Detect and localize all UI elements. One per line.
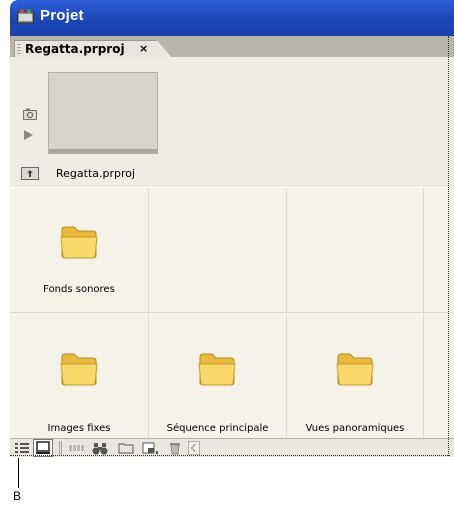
- list-view-icon[interactable]: [14, 441, 30, 455]
- play-icon[interactable]: [24, 130, 33, 140]
- preview-thumbnail: [48, 72, 158, 154]
- bin-label: Images fixes: [47, 423, 111, 434]
- tab-regatta-project[interactable]: Regatta.prproj ×: [14, 40, 171, 58]
- panel-edge-right: [448, 36, 449, 456]
- tab-label: Regatta.prproj: [25, 42, 125, 56]
- parent-folder-icon[interactable]: [21, 167, 39, 180]
- bin-item-partial: [424, 188, 454, 312]
- title-bar[interactable]: Projet: [10, 0, 454, 36]
- toolbar-divider: [59, 441, 62, 455]
- camera-icon[interactable]: [23, 108, 37, 120]
- bin-label: Vues panoramiques: [305, 423, 405, 434]
- preview-project-name: Regatta.prproj: [56, 167, 136, 180]
- bin-item[interactable]: Séquence principale: [149, 313, 286, 438]
- scroll-left-icon[interactable]: [188, 441, 200, 455]
- folder-icon: [336, 353, 374, 386]
- tab-bar: Regatta.prproj ×: [10, 36, 454, 58]
- automate-to-sequence-icon[interactable]: [68, 441, 86, 455]
- callout-label: B: [13, 489, 22, 503]
- bin-item[interactable]: Fonds sonores: [10, 188, 148, 312]
- tab-close-icon[interactable]: ×: [139, 42, 148, 55]
- bin-label: Séquence principale: [166, 423, 269, 434]
- project-panel-icon: [17, 9, 34, 24]
- bin-item-partial: [424, 313, 454, 438]
- callout-pointer: [18, 458, 19, 488]
- bin-item[interactable]: Vues panoramiques: [287, 313, 423, 438]
- find-binoculars-icon[interactable]: [92, 441, 108, 455]
- new-item-icon[interactable]: [142, 441, 160, 455]
- bin-item[interactable]: [287, 188, 423, 312]
- bin-grid: Fonds sonores Images fixes Séquence prin…: [10, 188, 454, 438]
- folder-icon: [60, 353, 98, 386]
- bin-item[interactable]: Images fixes: [10, 313, 148, 438]
- preview-area: Regatta.prproj: [10, 57, 454, 187]
- panel-edge-bottom: [10, 455, 450, 456]
- window-title: Projet: [40, 7, 84, 24]
- tab-edge: [157, 40, 171, 57]
- folder-icon: [60, 226, 98, 259]
- new-bin-icon[interactable]: [118, 441, 134, 455]
- folder-icon: [198, 353, 236, 386]
- bin-label: Fonds sonores: [43, 284, 115, 295]
- trash-icon[interactable]: [168, 441, 182, 455]
- tab-grip[interactable]: [17, 44, 21, 55]
- project-window: Projet Regatta.prproj × Regatta.prproj F…: [10, 0, 454, 457]
- bin-item[interactable]: [149, 188, 286, 312]
